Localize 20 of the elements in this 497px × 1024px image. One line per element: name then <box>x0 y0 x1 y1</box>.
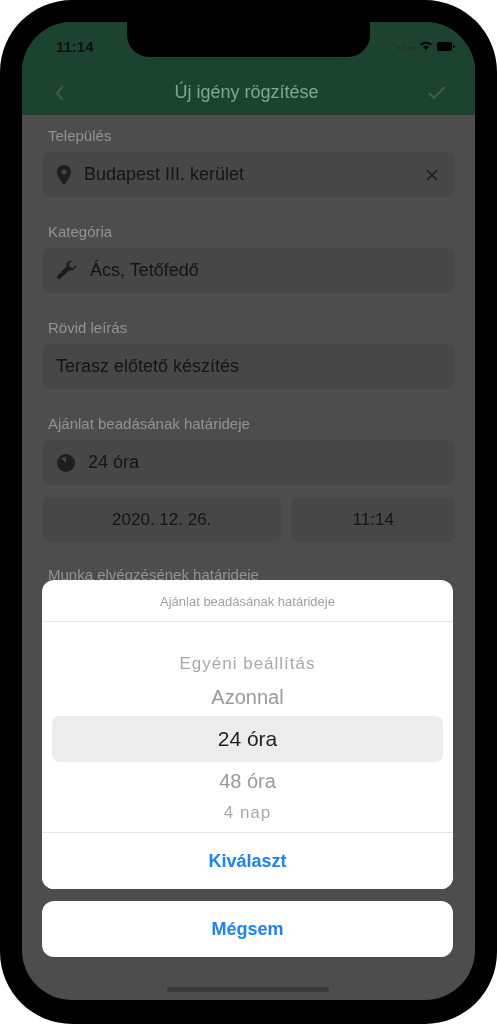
location-pin-icon <box>56 163 72 186</box>
cancel-button[interactable]: Mégsem <box>42 901 453 957</box>
sheet-title: Ajánlat beadásának határideje <box>42 580 453 622</box>
screen-title: Új igény rögzítése <box>174 82 319 103</box>
field-label: Munka elvégzésének határideje <box>48 566 259 583</box>
back-icon[interactable] <box>54 83 66 102</box>
picker-option[interactable]: 48 óra <box>52 762 443 800</box>
close-icon[interactable] <box>425 167 439 182</box>
field-label: Rövid leírás <box>48 319 128 336</box>
field-label: Ajánlat beadásának határideje <box>48 415 250 432</box>
field-label: Kategória <box>48 223 113 240</box>
picker-option[interactable]: Azonnal <box>52 678 443 716</box>
picker-option[interactable]: Egyéni beállítás <box>52 650 443 678</box>
field-label: Település <box>48 127 112 144</box>
picker-option[interactable]: 4 nap <box>52 800 443 826</box>
status-icons <box>395 39 455 53</box>
timer-icon <box>56 452 76 473</box>
check-icon[interactable] <box>427 84 447 101</box>
picker-option[interactable]: 24 óra <box>52 716 443 762</box>
wrench-icon <box>56 259 78 282</box>
